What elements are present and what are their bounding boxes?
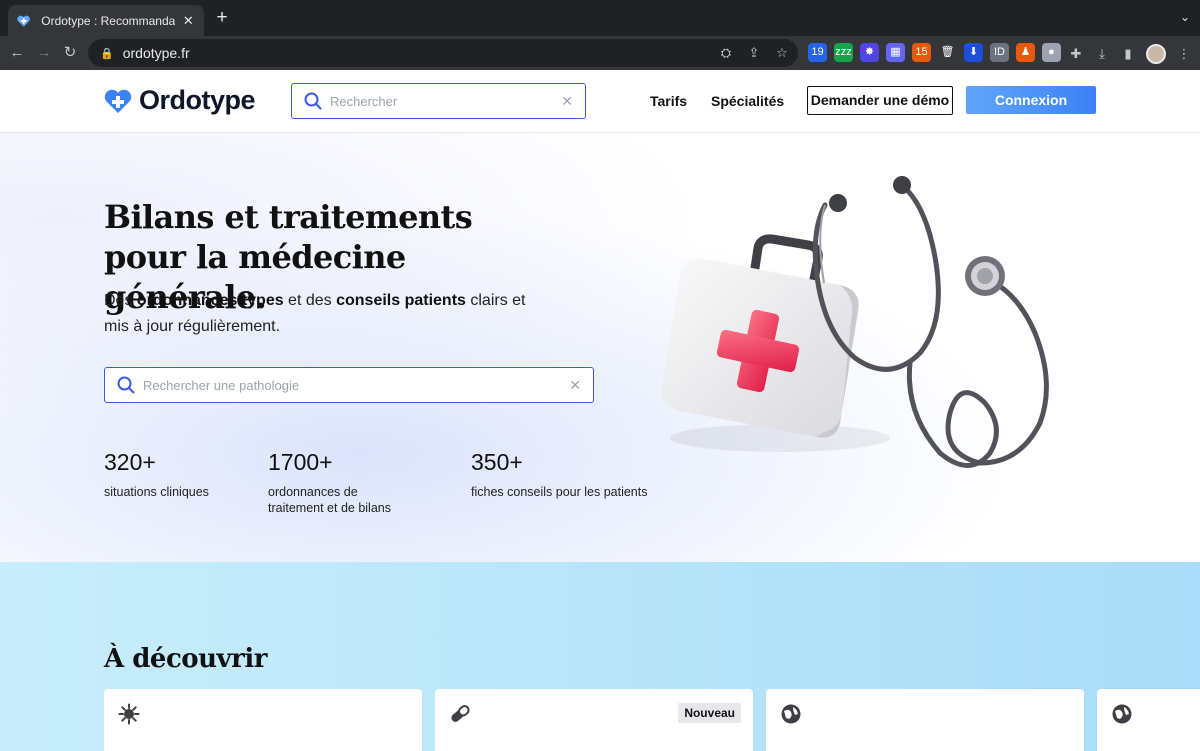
ext-trash-icon[interactable]: 🗑: [938, 43, 957, 62]
discover-card[interactable]: [766, 689, 1084, 751]
lock-icon: 🔒: [100, 47, 114, 60]
search-icon: [304, 92, 322, 110]
stat-clinical-situations: 320+ situations cliniques: [104, 449, 244, 500]
ordotype-favicon-icon: [17, 15, 30, 27]
discover-card[interactable]: [1097, 689, 1200, 751]
browser-menu-icon[interactable]: ⋮: [1176, 46, 1192, 62]
pill-icon: [451, 705, 470, 722]
ext-chess-icon[interactable]: ♟: [1016, 43, 1035, 62]
browser-toolbar: ← → ↻ 🔒 ordotype.fr ⛭ ⇪ ☆ 19 zzz ✸ ▦ 15 🗑 ⬇ ID ♟…: [0, 36, 1200, 70]
subtitle-text: et des: [283, 292, 337, 309]
ext-counter-icon[interactable]: 15: [912, 43, 931, 62]
bookmark-star-icon[interactable]: ☆: [774, 45, 790, 61]
header-search-input[interactable]: Rechercher ✕: [291, 83, 586, 119]
discover-section: À découvrir Nouveau: [0, 562, 1200, 751]
downloads-icon[interactable]: ⤓: [1094, 46, 1110, 62]
ext-grid-icon[interactable]: ▦: [886, 43, 905, 62]
globe-icon: [781, 704, 801, 724]
new-tab-button[interactable]: +: [212, 8, 232, 28]
subtitle-bold-advice: conseils patients: [336, 292, 466, 309]
clear-search-icon[interactable]: ✕: [569, 377, 581, 394]
pathology-search-placeholder: Rechercher une pathologie: [143, 377, 300, 393]
ext-circle-icon[interactable]: ●: [1042, 43, 1061, 62]
ext-weather-icon[interactable]: 19: [808, 43, 827, 62]
medical-kit-stethoscope-illustration: [661, 176, 1049, 468]
search-icon: [117, 376, 135, 394]
discover-card[interactable]: Nouveau: [435, 689, 753, 751]
discover-title: À découvrir: [104, 644, 267, 674]
stat-prescriptions: 1700+ ordonnances de traitement et de bi…: [268, 449, 408, 516]
address-bar[interactable]: 🔒 ordotype.fr ⛭ ⇪ ☆: [88, 39, 798, 67]
back-arrow-icon[interactable]: ←: [6, 42, 28, 64]
hero-subtitle: Des ordonnances types et des conseils pa…: [104, 288, 534, 340]
nav-link-pricing[interactable]: Tarifs: [650, 93, 687, 109]
stat-label: ordonnances de traitement et de bilans: [268, 485, 391, 515]
request-demo-button[interactable]: Demander une démo: [807, 86, 953, 115]
logo[interactable]: Ordotype: [103, 85, 256, 116]
discover-card[interactable]: [104, 689, 422, 751]
stat-value: 1700+: [268, 449, 333, 475]
cookie-blocked-icon[interactable]: ⛭: [718, 45, 734, 61]
clear-search-icon[interactable]: ✕: [561, 93, 573, 110]
ext-zzz-icon[interactable]: zzz: [834, 43, 853, 62]
new-badge: Nouveau: [678, 703, 741, 723]
ext-spark-icon[interactable]: ✸: [860, 43, 879, 62]
tab-search-chevron-icon[interactable]: ⌄: [1180, 10, 1190, 24]
browser-tab[interactable]: Ordotype : Recommandations, ✕: [8, 5, 204, 36]
stat-value: 320+: [104, 449, 156, 475]
stat-label: situations cliniques: [104, 485, 209, 499]
extensions-area: 19 zzz ✸ ▦ 15 🗑 ⬇ ID ♟ ●: [808, 43, 1061, 62]
virus-icon: [118, 703, 140, 725]
ext-download-icon[interactable]: ⬇: [964, 43, 983, 62]
tab-title: Ordotype : Recommandations,: [41, 13, 175, 28]
pathology-search-input[interactable]: Rechercher une pathologie ✕: [104, 367, 594, 403]
share-icon[interactable]: ⇪: [746, 45, 762, 61]
subtitle-text: Des: [104, 292, 137, 309]
url-text: ordotype.fr: [122, 45, 190, 61]
forward-arrow-icon[interactable]: →: [33, 42, 55, 64]
heart-plus-logo-icon: [104, 89, 132, 113]
nav-link-specialties[interactable]: Spécialités: [711, 93, 784, 109]
browser-tab-bar: Ordotype : Recommandations, ✕ + ⌄: [0, 0, 1200, 36]
globe-icon: [1112, 704, 1132, 724]
profile-avatar[interactable]: [1146, 44, 1166, 64]
tab-close-icon[interactable]: ✕: [181, 13, 196, 29]
ext-ublock-icon[interactable]: ID: [990, 43, 1009, 62]
hero-section: Bilans et traitements pour la médecine g…: [0, 133, 1200, 562]
header-search-placeholder: Rechercher: [330, 93, 398, 109]
site-header: Ordotype Rechercher ✕ Tarifs Spécialités…: [0, 70, 1200, 133]
side-panel-icon[interactable]: ▮: [1120, 46, 1136, 62]
reload-icon[interactable]: ↻: [59, 42, 81, 64]
logo-text: Ordotype: [139, 85, 256, 115]
extensions-puzzle-icon[interactable]: ✚: [1068, 46, 1084, 62]
login-button[interactable]: Connexion: [966, 86, 1096, 114]
subtitle-bold-prescriptions: ordonnances types: [136, 292, 284, 309]
